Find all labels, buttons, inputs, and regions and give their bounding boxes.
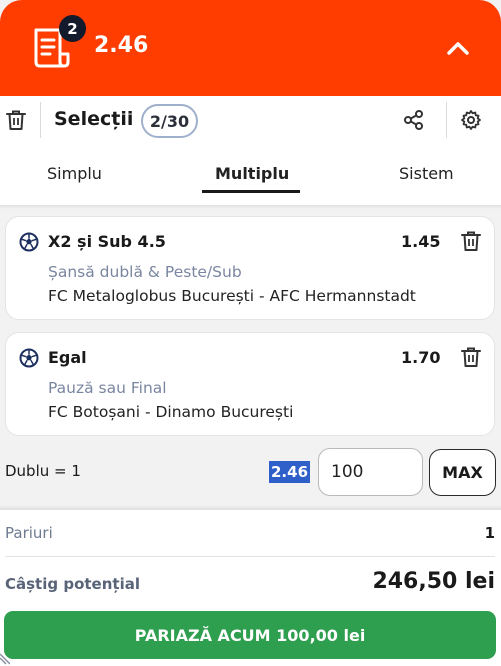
selection-name: Egal (48, 348, 87, 367)
tab-sistem[interactable]: Sistem (399, 164, 454, 183)
corner-decoration (0, 653, 10, 665)
selection-event: FC Metaloglobus București - AFC Hermanns… (48, 287, 416, 305)
page-title: Selecții (54, 108, 134, 130)
potential-win-label: Câștig potențial (5, 575, 140, 593)
selection-card: Egal 1.70 Pauză sau Final FC Botoșani - … (5, 332, 495, 436)
selection-odds: 1.70 (401, 348, 441, 367)
selection-market: Pauză sau Final (48, 379, 167, 397)
tab-simplu[interactable]: Simplu (47, 164, 102, 183)
max-stake-button[interactable]: MAX (429, 449, 496, 496)
soccer-ball-icon (19, 348, 39, 368)
selection-market: Șansă dublă & Peste/Sub (48, 263, 242, 281)
selection-limit-badge: 2/30 (141, 104, 198, 138)
combination-label: Dublu = 1 (5, 462, 81, 480)
active-tab-indicator (202, 190, 300, 193)
total-odds: 2.46 (94, 33, 149, 58)
betslip-header: Selecții 2/30 Simplu Multiplu Sistem (0, 96, 501, 206)
bets-label: Pariuri (5, 524, 53, 542)
bet-summary: Pariuri 1 Câștig potențial 246,50 lei PA… (0, 510, 501, 666)
selection-name: X2 și Sub 4.5 (48, 232, 166, 251)
header-divider (446, 102, 447, 138)
betslip-topbar[interactable]: 2 2.46 (0, 0, 501, 96)
potential-win-value: 246,50 lei (372, 569, 495, 594)
summary-divider (5, 556, 495, 557)
soccer-ball-icon (19, 232, 39, 252)
place-bet-button[interactable]: PARIAZĂ ACUM 100,00 lei (4, 611, 496, 659)
share-icon[interactable] (403, 109, 425, 131)
selection-odds: 1.45 (401, 232, 441, 251)
combination-odds: 2.46 (269, 461, 311, 483)
selection-event: FC Botoșani - Dinamo București (48, 403, 294, 421)
trash-icon[interactable] (5, 109, 27, 131)
bets-count: 1 (484, 524, 495, 542)
tab-multiplu[interactable]: Multiplu (215, 164, 289, 183)
gear-icon[interactable] (460, 109, 482, 131)
trash-icon[interactable] (460, 346, 482, 368)
trash-icon[interactable] (460, 230, 482, 252)
header-shadow (0, 205, 501, 209)
header-divider (40, 102, 41, 138)
stake-input[interactable] (318, 448, 423, 496)
selection-card: X2 și Sub 4.5 1.45 Șansă dublă & Peste/S… (5, 216, 495, 320)
selection-count-badge: 2 (59, 15, 86, 42)
chevron-up-icon[interactable] (444, 34, 472, 62)
